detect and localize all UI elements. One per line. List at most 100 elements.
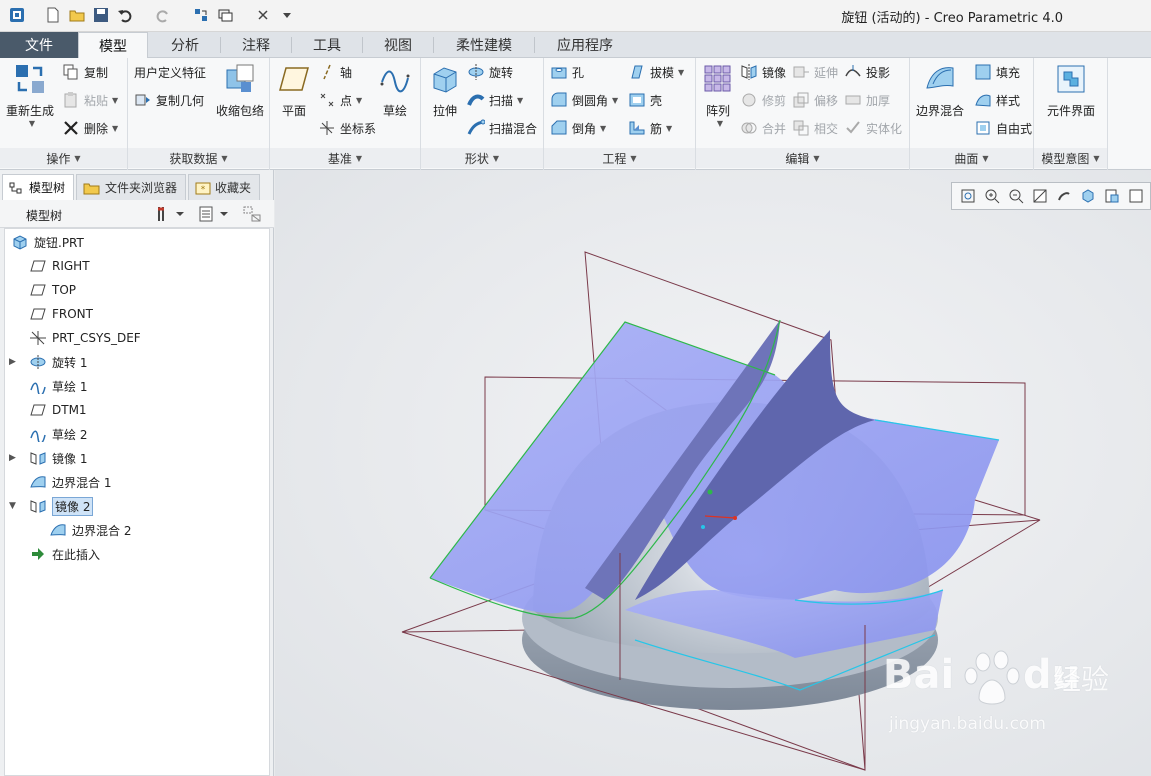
extend-button[interactable]: 延伸	[792, 62, 838, 82]
boundary-blend-icon	[926, 67, 954, 89]
thicken-button[interactable]: 加厚	[844, 90, 890, 110]
new-file-icon[interactable]	[44, 6, 62, 24]
offset-icon	[793, 92, 809, 108]
solidify-button[interactable]: 实体化	[844, 118, 902, 138]
tab-file[interactable]: 文件	[0, 32, 78, 58]
group-label-engineering[interactable]: 工程 ▼	[544, 148, 695, 168]
tree-node-front-plane[interactable]: FRONT	[29, 303, 93, 325]
redo-icon[interactable]	[154, 6, 172, 24]
draft-label: 拔模	[650, 65, 675, 80]
undo-icon[interactable]	[116, 6, 134, 24]
expand-arrow-icon[interactable]: ▶	[9, 453, 16, 463]
round-button[interactable]: 倒圆角 ▼	[550, 90, 618, 110]
sweep-blend-button[interactable]: 扫描混合	[467, 118, 537, 138]
offset-button[interactable]: 偏移	[792, 90, 838, 110]
open-folder-icon[interactable]	[68, 6, 86, 24]
group-label-surface[interactable]: 曲面 ▼	[910, 148, 1033, 168]
boundary-blend-button[interactable]: 边界混合	[912, 62, 968, 119]
pattern-button[interactable]: 阵列 ▼	[690, 62, 746, 128]
tab-tools[interactable]: 工具	[292, 32, 362, 58]
app-menu-icon[interactable]	[8, 6, 26, 24]
tree-node-mirror-1[interactable]: ▶ 镜像 1	[9, 447, 87, 469]
udf-button[interactable]: 用户定义特征	[134, 62, 206, 82]
tree-node-csys[interactable]: PRT_CSYS_DEF	[29, 327, 141, 349]
fill-button[interactable]: 填充	[974, 62, 1020, 82]
hole-button[interactable]: 孔	[550, 62, 584, 82]
sweep-button[interactable]: 扫描 ▼	[467, 90, 523, 110]
group-label-edit[interactable]: 编辑 ▼	[696, 148, 909, 168]
customize-toolbar-icon[interactable]	[278, 6, 296, 24]
delete-button[interactable]: 删除 ▼	[62, 118, 118, 138]
sketch-icon	[30, 430, 46, 442]
watermark-cn: 经验	[1053, 663, 1110, 696]
graphics-viewport[interactable]: Bai du 经验 jingyan.baidu.com	[275, 170, 1151, 776]
tree-filter-button[interactable]	[242, 205, 264, 226]
freestyle-button[interactable]: 自由式	[974, 118, 1032, 138]
tree-node-sketch-1[interactable]: 草绘 1	[29, 375, 87, 397]
tree-node-insert-here[interactable]: 在此插入	[29, 543, 100, 565]
close-window-icon[interactable]	[254, 6, 272, 24]
sketch-button[interactable]: 草绘	[370, 62, 420, 119]
expand-arrow-icon[interactable]: ▶	[9, 357, 16, 367]
group-label-get-data[interactable]: 获取数据 ▼	[128, 148, 269, 168]
point-button[interactable]: 点 ▼	[318, 90, 362, 110]
group-label-datum[interactable]: 基准 ▼	[270, 148, 420, 168]
rib-button[interactable]: 筋 ▼	[628, 118, 672, 138]
draft-button[interactable]: 拔模 ▼	[628, 62, 684, 82]
tab-model-tree[interactable]: 模型树	[2, 174, 74, 200]
windows-icon[interactable]	[216, 6, 234, 24]
chamfer-button[interactable]: 倒角 ▼	[550, 118, 606, 138]
tree-node-revolve-1[interactable]: ▶ 旋转 1	[9, 351, 87, 373]
tab-applications[interactable]: 应用程序	[535, 32, 635, 58]
tree-node-mirror-2[interactable]: ▼ 镜像 2	[9, 495, 94, 517]
tab-flexible-modeling[interactable]: 柔性建模	[434, 32, 534, 58]
tree-node-right-plane[interactable]: RIGHT	[29, 255, 90, 277]
tab-annotate[interactable]: 注释	[221, 32, 291, 58]
shell-button[interactable]: 壳	[628, 90, 662, 110]
collapse-arrow-icon[interactable]: ▼	[9, 501, 16, 511]
component-interface-button[interactable]: 元件界面	[1036, 62, 1106, 119]
tab-folder-browser[interactable]: 文件夹浏览器	[76, 174, 186, 200]
tree-node-boundary-blend-2[interactable]: 边界混合 2	[49, 519, 131, 541]
tab-folder-browser-label: 文件夹浏览器	[105, 181, 178, 195]
tab-analysis[interactable]: 分析	[150, 32, 220, 58]
datum-plane-button[interactable]: 平面	[266, 62, 322, 119]
group-label-operations[interactable]: 操作 ▼	[0, 148, 127, 168]
regenerate-quick-icon[interactable]	[192, 6, 210, 24]
tab-model[interactable]: 模型	[78, 32, 148, 59]
tree-columns-button[interactable]	[198, 205, 230, 226]
paste-button[interactable]: 粘贴 ▼	[62, 90, 118, 110]
group-label-model-intent[interactable]: 模型意图 ▼	[1034, 148, 1107, 168]
shell-icon	[629, 93, 645, 107]
tab-favorites[interactable]: * 收藏夹	[188, 174, 260, 200]
tree-node-boundary-blend-1[interactable]: 边界混合 1	[29, 471, 111, 493]
project-button[interactable]: 投影	[844, 62, 890, 82]
mirror-button[interactable]: 镜像	[740, 62, 786, 82]
style-button[interactable]: 样式	[974, 90, 1020, 110]
group-label-shape[interactable]: 形状 ▼	[421, 148, 543, 168]
point-icon	[320, 93, 334, 107]
chevron-down-icon: ▼	[28, 119, 36, 128]
intersect-button[interactable]: 相交	[792, 118, 838, 138]
tree-node-part[interactable]: 旋钮.PRT	[11, 231, 84, 253]
merge-button[interactable]: 合并	[740, 118, 786, 138]
tree-node-dtm1[interactable]: DTM1	[29, 399, 87, 421]
tree-node-top-plane[interactable]: TOP	[29, 279, 76, 301]
regenerate-button[interactable]: 重新生成 ▼	[2, 62, 58, 128]
save-icon[interactable]	[92, 6, 110, 24]
csys-button[interactable]: 坐标系	[318, 118, 376, 138]
tree-node-sketch-2[interactable]: 草绘 2	[29, 423, 87, 445]
extrude-button[interactable]: 拉伸	[417, 62, 473, 119]
tab-view[interactable]: 视图	[363, 32, 433, 58]
revolve-button[interactable]: 旋转	[467, 62, 513, 82]
tab-favorites-label: 收藏夹	[215, 181, 252, 195]
axis-button[interactable]: 轴	[318, 62, 352, 82]
csys-icon	[320, 121, 334, 135]
tree-settings-button[interactable]	[156, 205, 186, 226]
copy-label: 复制	[84, 65, 109, 80]
shrinkwrap-button[interactable]: 收缩包络	[212, 62, 268, 119]
copy-geometry-button[interactable]: 复制几何	[134, 90, 204, 110]
regenerate-label: 重新生成	[5, 104, 54, 118]
trim-button[interactable]: 修剪	[740, 90, 786, 110]
copy-button[interactable]: 复制	[62, 62, 108, 82]
